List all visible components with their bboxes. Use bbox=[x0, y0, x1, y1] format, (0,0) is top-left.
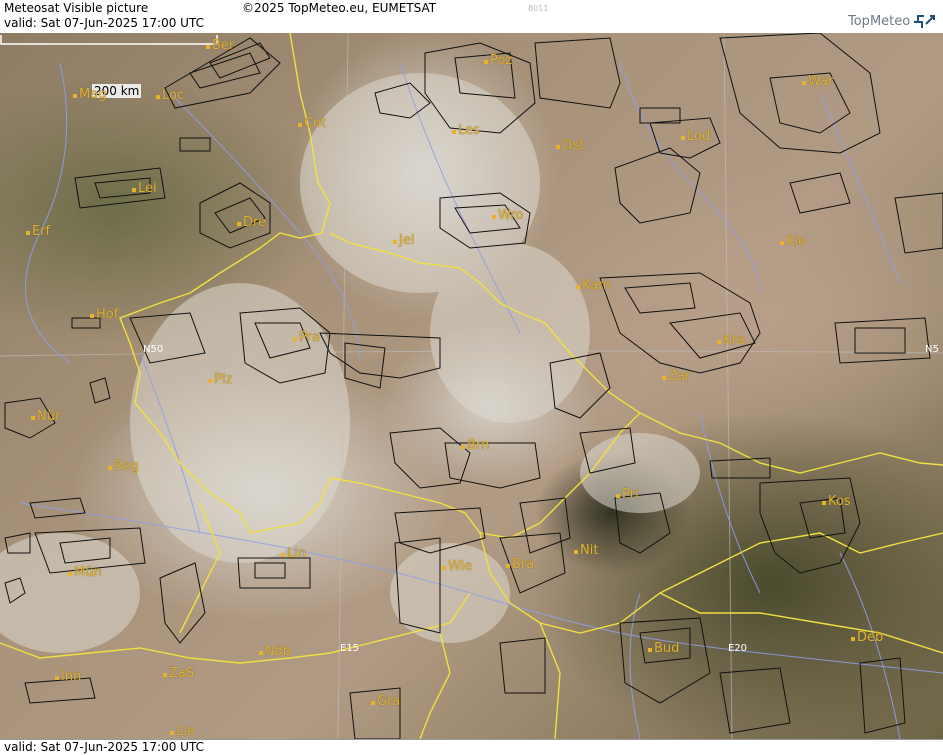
city-brn[interactable]: Brn bbox=[461, 438, 489, 453]
city-gra[interactable]: Gra bbox=[371, 694, 400, 709]
city-mag[interactable]: Mag bbox=[73, 87, 106, 102]
topmeteo-logo-text: TopMeteo bbox=[848, 14, 911, 29]
city-poz[interactable]: Poz bbox=[484, 53, 512, 68]
city-lei[interactable]: Lei bbox=[132, 181, 157, 196]
footer-bar: valid: Sat 07-Jun-2025 17:00 UTC bbox=[0, 739, 943, 755]
header-bar: Meteosat Visible picture ©2025 TopMeteo.… bbox=[0, 0, 943, 34]
city-wro[interactable]: Wro bbox=[492, 208, 523, 223]
city-pri[interactable]: Pri bbox=[616, 487, 639, 502]
city-erf[interactable]: Erf bbox=[26, 224, 50, 239]
grid-label-n5: N5 bbox=[925, 344, 939, 355]
city-dre[interactable]: Dre bbox=[237, 215, 266, 230]
satellite-map-window: Meteosat Visible picture ©2025 TopMeteo.… bbox=[0, 0, 943, 755]
city-cot[interactable]: Cot bbox=[298, 116, 326, 131]
city-zar[interactable]: Zar bbox=[662, 369, 690, 384]
city-nob[interactable]: Nöb bbox=[259, 644, 291, 659]
city-lie[interactable]: Lie bbox=[170, 724, 195, 739]
city-kam[interactable]: Kam bbox=[576, 278, 611, 293]
city-inn[interactable]: Inn bbox=[55, 669, 81, 684]
map-title: Meteosat Visible picture bbox=[4, 1, 149, 15]
city-kie[interactable]: Kie bbox=[780, 234, 806, 249]
city-lin[interactable]: Lin bbox=[281, 546, 306, 561]
city-zas[interactable]: ZaS bbox=[163, 666, 194, 681]
city-jel[interactable]: Jel bbox=[393, 233, 414, 248]
city-loc[interactable]: Loc bbox=[156, 88, 184, 103]
image-code: 8011 bbox=[528, 4, 549, 13]
valid-time-bottom: valid: Sat 07-Jun-2025 17:00 UTC bbox=[4, 740, 204, 754]
cloud-layer bbox=[0, 73, 700, 653]
grid-label-e20: E20 bbox=[728, 643, 748, 654]
city-bud[interactable]: Bud bbox=[648, 641, 679, 656]
topmeteo-logo-icon bbox=[914, 15, 935, 28]
city-bra[interactable]: Bra bbox=[506, 557, 534, 572]
grid-label-e15: E15 bbox=[340, 643, 360, 654]
copyright-text: ©2025 TopMeteo.eu, EUMETSAT bbox=[242, 1, 437, 15]
city-wie[interactable]: Wie bbox=[442, 559, 472, 574]
city-nur[interactable]: Nür bbox=[31, 409, 60, 424]
city-hof[interactable]: Hof bbox=[90, 307, 118, 322]
valid-time-top: valid: Sat 07-Jun-2025 17:00 UTC bbox=[4, 16, 204, 30]
city-deb[interactable]: Deb bbox=[851, 630, 883, 645]
satellite-map[interactable]: 200 km N50 N5 E15 E20 Ber Poz War Mag Lo… bbox=[0, 33, 943, 739]
city-pra[interactable]: Pra bbox=[293, 330, 320, 345]
city-war[interactable]: War bbox=[802, 74, 833, 89]
city-kos[interactable]: Kos bbox=[822, 494, 851, 509]
grid-label-n50: N50 bbox=[143, 344, 164, 355]
city-kra[interactable]: Kra bbox=[717, 333, 745, 348]
scale-bar bbox=[0, 35, 218, 45]
map-overlay bbox=[0, 33, 943, 739]
city-ber[interactable]: Ber bbox=[206, 38, 234, 53]
city-mun[interactable]: Mün bbox=[68, 565, 102, 580]
city-lod[interactable]: Lod bbox=[681, 129, 710, 144]
city-nit[interactable]: Nit bbox=[574, 543, 598, 558]
city-reg[interactable]: Reg bbox=[108, 459, 139, 474]
city-les[interactable]: Les bbox=[452, 123, 480, 138]
city-plz[interactable]: Plz bbox=[208, 372, 232, 387]
city-ost[interactable]: Ost bbox=[556, 138, 584, 153]
